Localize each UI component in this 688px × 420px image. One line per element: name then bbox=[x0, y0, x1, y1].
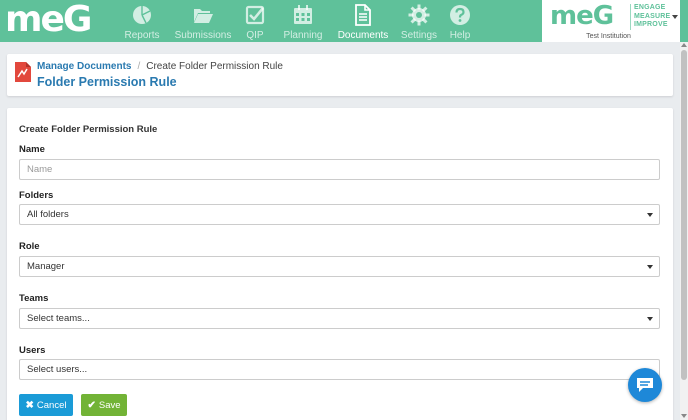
nav-label: Help bbox=[449, 30, 471, 41]
calendar-icon bbox=[294, 5, 312, 24]
document-icon bbox=[355, 4, 371, 26]
page-header: Manage Documents / Create Folder Permissio… bbox=[7, 54, 673, 96]
page-scrollbar[interactable] bbox=[680, 42, 688, 420]
users-select[interactable]: Select users... bbox=[19, 359, 660, 380]
users-value: Select users... bbox=[27, 364, 88, 375]
scrollbar-thumb[interactable] bbox=[681, 50, 687, 380]
checkbox-icon bbox=[245, 5, 265, 25]
nav-item-settings[interactable]: Settings bbox=[399, 0, 439, 42]
teams-value: Select teams... bbox=[27, 313, 90, 324]
scroll-up-arrow-icon[interactable] bbox=[681, 43, 687, 47]
folders-select[interactable]: All folders bbox=[19, 204, 660, 225]
cancel-label: Cancel bbox=[36, 399, 67, 411]
name-input[interactable] bbox=[19, 159, 660, 180]
nav-item-reports[interactable]: Reports bbox=[121, 0, 163, 42]
tagline-line: MEASURE bbox=[634, 12, 671, 20]
nav-label: Documents bbox=[337, 30, 389, 41]
brand-tagline: ENGAGE MEASURE IMPROVE bbox=[634, 4, 670, 30]
document-icon bbox=[15, 62, 31, 82]
role-label: Role bbox=[19, 241, 40, 252]
nav-item-documents[interactable]: Documents bbox=[336, 0, 390, 42]
check-icon: ✔ bbox=[87, 399, 96, 411]
role-select[interactable]: Manager bbox=[19, 256, 660, 277]
caret-down-icon bbox=[647, 213, 653, 217]
tagline-line: ENGAGE bbox=[634, 4, 666, 11]
name-label: Name bbox=[19, 144, 45, 155]
meg-logo[interactable]: meG bbox=[5, 2, 92, 38]
cancel-button[interactable]: ✖ Cancel bbox=[19, 394, 73, 416]
nav-label: Settings bbox=[400, 30, 438, 41]
save-label: Save bbox=[98, 399, 121, 411]
scroll-down-arrow-icon[interactable] bbox=[681, 414, 687, 418]
question-icon bbox=[450, 5, 470, 25]
nav-label: Planning bbox=[283, 30, 323, 41]
nav-label: Submissions bbox=[174, 30, 232, 41]
gear-icon bbox=[408, 4, 430, 26]
folder-open-icon bbox=[194, 9, 213, 23]
breadcrumb: Manage Documents / Create Folder Permissio… bbox=[37, 61, 283, 73]
breadcrumb-separator: / bbox=[137, 61, 141, 72]
folders-value: All folders bbox=[27, 209, 69, 220]
institution-name: Test Institution bbox=[586, 33, 631, 40]
save-button[interactable]: ✔ Save bbox=[81, 394, 127, 416]
teams-select[interactable]: Select teams... bbox=[19, 308, 660, 329]
main-nav: Reports Submissions QIP Planning Documen… bbox=[120, 0, 475, 42]
caret-down-icon bbox=[647, 317, 653, 321]
nav-label: QIP bbox=[246, 30, 264, 41]
form-section-title: Create Folder Permission Rule bbox=[19, 124, 158, 135]
nav-item-submissions[interactable]: Submissions bbox=[172, 0, 234, 42]
chat-button[interactable] bbox=[628, 368, 662, 402]
caret-down-icon bbox=[647, 265, 653, 269]
teams-label: Teams bbox=[19, 293, 49, 304]
institution-menu[interactable]: meG ENGAGE MEASURE IMPROVE Test Institut… bbox=[542, 0, 680, 42]
brand-divider bbox=[630, 4, 631, 30]
page-title: Folder Permission Rule bbox=[37, 75, 177, 89]
chat-bubble-icon bbox=[637, 378, 653, 392]
top-navigation-bar: meG Reports Submissions QIP Planning Doc… bbox=[0, 0, 688, 42]
folder-permission-form: Create Folder Permission Rule Name Folde… bbox=[7, 108, 673, 420]
users-label: Users bbox=[19, 345, 46, 356]
close-icon: ✖ bbox=[25, 399, 34, 411]
folders-label: Folders bbox=[19, 190, 54, 201]
caret-down-icon[interactable] bbox=[672, 15, 678, 19]
role-value: Manager bbox=[27, 261, 65, 272]
breadcrumb-current: Create Folder Permission Rule bbox=[146, 61, 283, 72]
tagline-line: IMPROVE bbox=[634, 21, 668, 28]
breadcrumb-link-manage-documents[interactable]: Manage Documents bbox=[37, 61, 131, 72]
pie-chart-icon bbox=[133, 6, 151, 24]
nav-item-help[interactable]: Help bbox=[445, 0, 475, 42]
nav-label: Reports bbox=[124, 30, 160, 41]
nav-item-planning[interactable]: Planning bbox=[282, 0, 324, 42]
brand-logo: meG bbox=[550, 1, 614, 31]
nav-item-qip[interactable]: QIP bbox=[240, 0, 270, 42]
